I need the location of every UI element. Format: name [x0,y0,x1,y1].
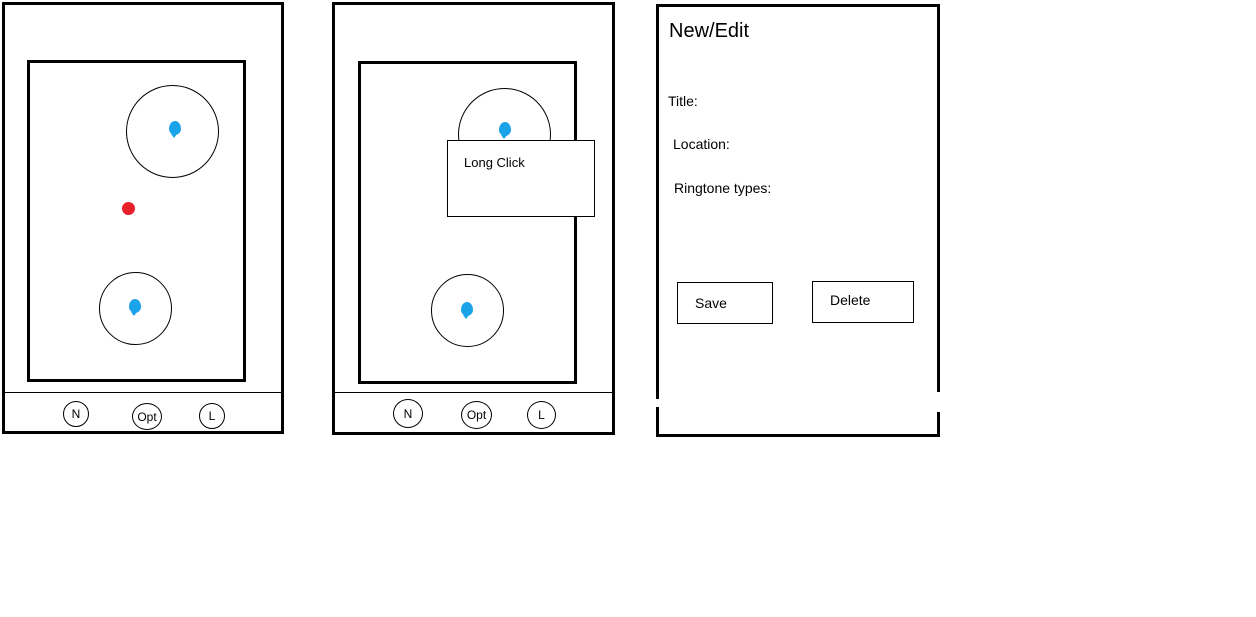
location-pin-icon[interactable] [169,121,181,138]
bottom-nav-bar: N Opt L [335,392,612,433]
phone-screen-new-edit: New/Edit Title: Location: Ringtone types… [653,4,946,437]
page-title: New/Edit [669,20,750,42]
list-button[interactable]: L [527,401,556,429]
bottom-nav-bar: N Opt L [5,392,281,433]
location-pin-icon[interactable] [461,302,473,319]
options-button[interactable]: Opt [461,401,492,429]
map-area[interactable] [27,60,246,382]
erased-border-segment [936,392,946,412]
title-field-label: Title: [668,93,698,109]
map-area[interactable] [358,61,577,384]
popup-label: Long Click [464,155,525,170]
list-button[interactable]: L [199,403,225,429]
location-pin-icon[interactable] [129,299,141,316]
location-pin-icon[interactable] [499,122,511,139]
new-button[interactable]: N [393,399,423,428]
location-field-label: Location: [673,136,730,152]
current-location-dot [122,202,135,215]
phone-screen-long-click: Long Click N Opt L [332,2,615,435]
long-click-popup[interactable]: Long Click [447,140,595,217]
phone-screen-map: N Opt L [2,2,284,434]
ringtone-field-label: Ringtone types: [674,180,772,196]
save-button[interactable]: Save [677,282,773,324]
options-button[interactable]: Opt [132,403,162,430]
new-button[interactable]: N [63,401,89,427]
erased-border-segment [653,399,663,407]
delete-button[interactable]: Delete [812,281,914,323]
